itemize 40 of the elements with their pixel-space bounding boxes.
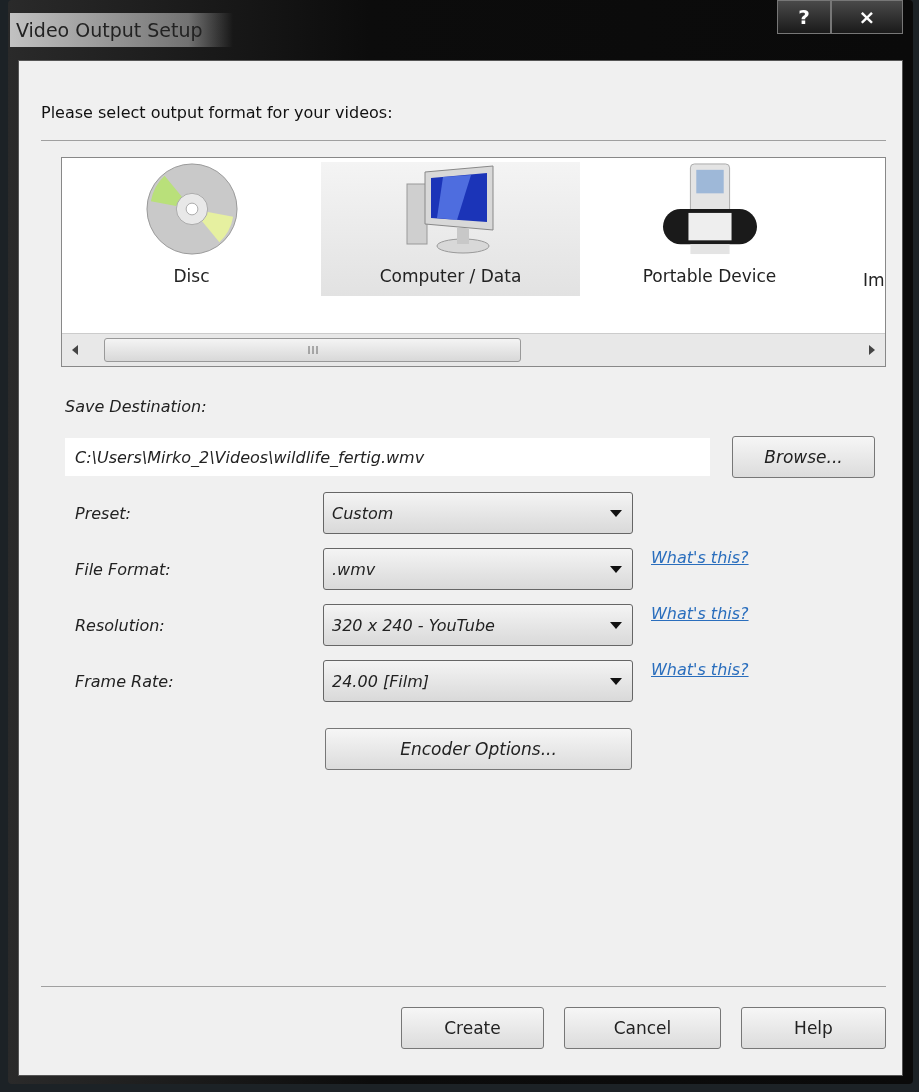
field-label: Frame Rate: (75, 671, 175, 691)
horizontal-scrollbar[interactable] (62, 333, 885, 366)
field-label: Resolution: (75, 615, 166, 635)
format-item[interactable]: Disc (62, 162, 321, 296)
dialog-button[interactable]: Create (401, 1007, 544, 1049)
close-button[interactable]: × (831, 0, 903, 34)
format-item[interactable]: Im (839, 162, 885, 300)
disc-icon (143, 162, 240, 256)
field-label: Preset: (75, 503, 132, 523)
format-item[interactable]: Computer / Data (321, 162, 580, 296)
caret-icon (610, 565, 622, 573)
browse-button[interactable]: Browse... (732, 436, 875, 478)
format-item[interactable]: Portable Device (580, 162, 839, 296)
caret-icon (610, 621, 622, 629)
path-field[interactable]: C:\Users\Mirko_2\Videos\wildlife_fertig.wmv (65, 438, 710, 476)
dialog-button[interactable]: Cancel (564, 1007, 721, 1049)
help-button[interactable]: ? (777, 0, 831, 34)
left-arrow-icon[interactable] (72, 345, 78, 355)
dropdown[interactable]: 24.00 [Film] (323, 660, 633, 702)
encoder-options-button[interactable]: Encoder Options... (325, 728, 632, 770)
caret-icon (610, 509, 622, 517)
help-link[interactable]: What's this? (651, 604, 749, 623)
dropdown[interactable]: 320 x 240 - YouTube (323, 604, 633, 646)
right-arrow-icon[interactable] (869, 345, 875, 355)
format-label: Disc (173, 266, 210, 288)
dropdown[interactable]: .wmv (323, 548, 633, 590)
format-label: Im (863, 270, 885, 292)
format-label: Portable Device (642, 266, 777, 288)
caret-icon (610, 677, 622, 685)
window-title: Video Output Setup (10, 13, 233, 47)
scroll-thumb[interactable] (104, 338, 521, 362)
field-label: File Format: (75, 559, 172, 579)
dropdown[interactable]: Custom (323, 492, 633, 534)
format-label: Computer / Data (379, 266, 522, 288)
field-label: Save Destination: (65, 397, 207, 416)
help-link[interactable]: What's this? (651, 548, 749, 567)
instruction-text: Please select output format for your videos: (41, 103, 393, 122)
help-link[interactable]: What's this? (651, 660, 749, 679)
grip-icon (306, 346, 319, 354)
dialog-button[interactable]: Help (741, 1007, 886, 1049)
